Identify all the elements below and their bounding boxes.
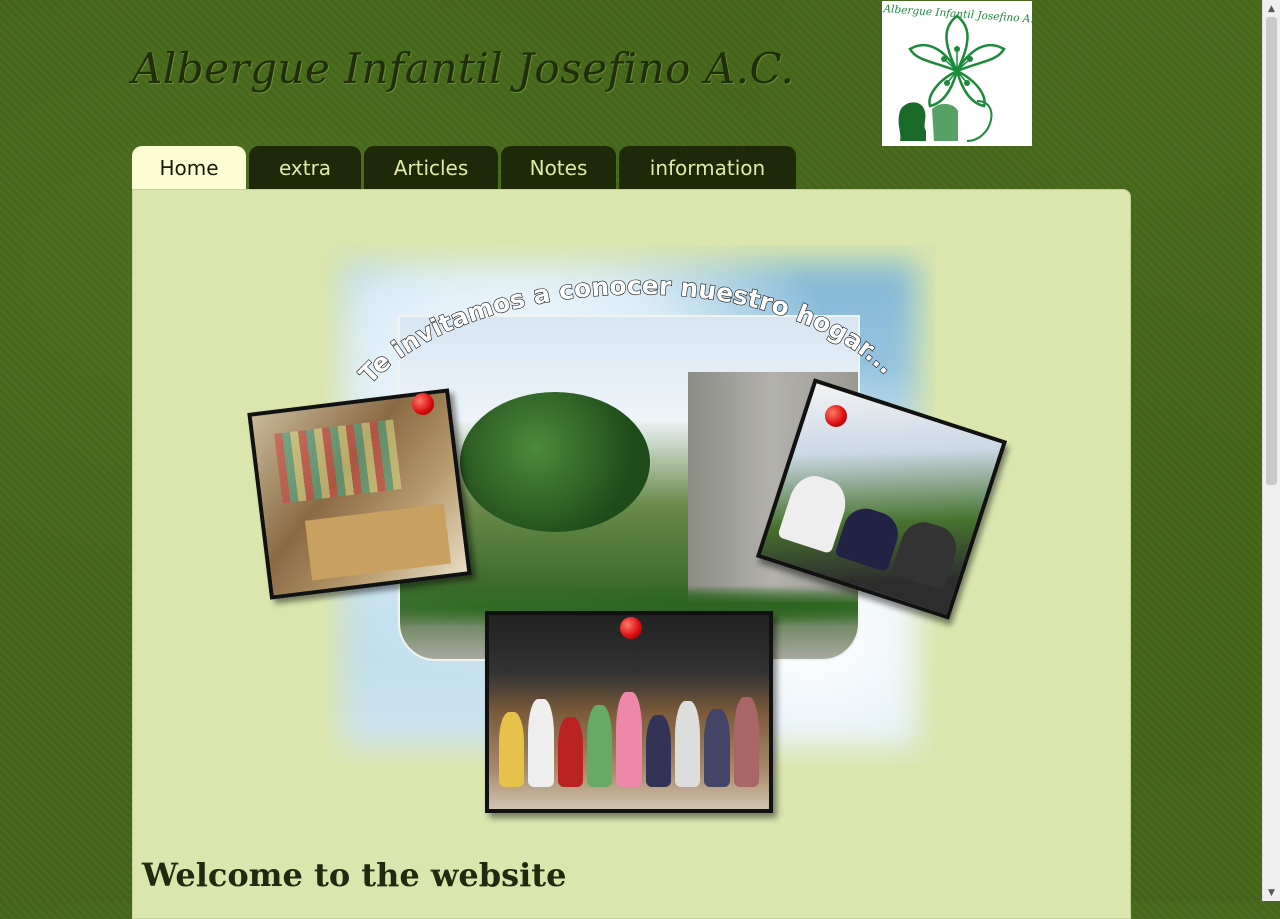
tab-extra[interactable]: extra	[249, 146, 361, 189]
svg-text:Te invitamos a conocer nuestro: Te invitamos a conocer nuestro hogar...	[354, 271, 901, 389]
pushpin-icon	[412, 393, 434, 415]
scroll-down-icon[interactable]: ▼	[1263, 884, 1280, 901]
person-shape	[674, 701, 701, 787]
person-shape	[499, 712, 525, 787]
group-photo	[485, 611, 773, 813]
tab-home[interactable]: Home	[132, 146, 246, 189]
person-shape	[733, 697, 759, 787]
site-title: Albergue Infantil Josefino A.C.	[132, 44, 795, 93]
tab-articles[interactable]: Articles	[364, 146, 498, 189]
tab-information[interactable]: information	[619, 146, 796, 189]
banner-collage: Te invitamos a conocer nuestro hogar...	[247, 245, 1010, 815]
person-shape	[586, 705, 613, 787]
group-people-shapes	[499, 692, 759, 787]
kids-shapes	[777, 451, 971, 591]
table-shape	[304, 503, 452, 581]
scrollbar-thumb[interactable]	[1266, 17, 1277, 485]
pushpin-icon	[620, 617, 642, 639]
bookshelf-shape	[274, 419, 402, 504]
pushpin-icon	[825, 405, 847, 427]
library-photo	[247, 388, 472, 600]
person-shape	[645, 715, 671, 787]
banner-caption: Te invitamos a conocer nuestro hogar...	[353, 270, 902, 389]
welcome-heading: Welcome to the website	[142, 856, 567, 894]
person-shape	[557, 717, 583, 787]
person-shape	[616, 692, 642, 787]
person-shape	[528, 699, 554, 787]
tab-notes[interactable]: Notes	[501, 146, 616, 189]
person-shape	[890, 516, 963, 591]
scroll-up-icon[interactable]: ▲	[1263, 0, 1280, 17]
site-logo[interactable]: Albergue Infantil Josefino A. C.	[882, 1, 1032, 146]
main-nav: Home extra Articles Notes information	[132, 146, 796, 189]
vertical-scrollbar[interactable]: ▲ ▼	[1262, 0, 1280, 901]
person-shape	[704, 709, 730, 787]
